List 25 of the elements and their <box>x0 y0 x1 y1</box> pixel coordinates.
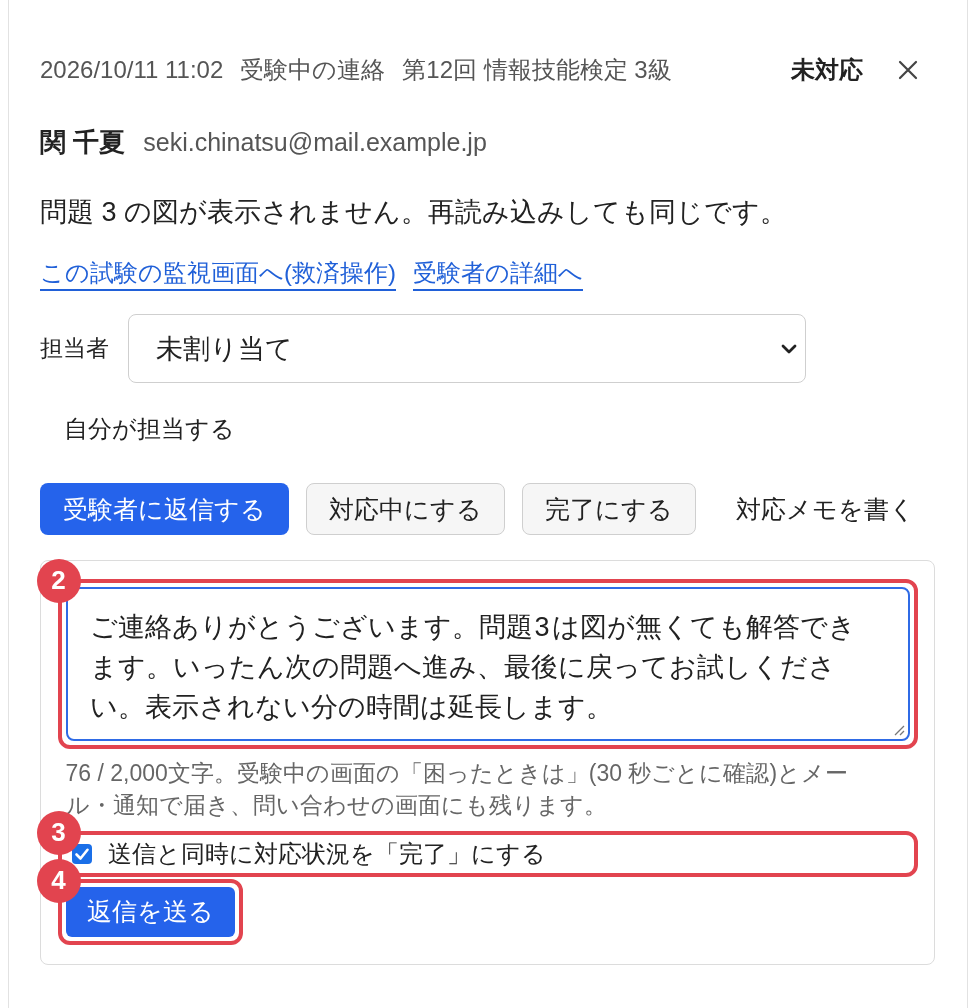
link[interactable]: この試験の監視画面へ(救済操作) <box>40 258 396 291</box>
memo-button[interactable]: 対応メモを書く <box>713 483 938 535</box>
timestamp: 2026/10/11 11:02 <box>40 55 224 85</box>
status-button[interactable]: 完了にする <box>522 483 696 535</box>
link[interactable]: 受験者の詳細へ <box>413 258 583 291</box>
send-reply-button[interactable]: 返信を送る <box>65 886 235 937</box>
message-category: 受験中の連絡 <box>240 55 386 85</box>
assignee-select[interactable]: 未割り当て <box>128 314 806 383</box>
self-assign-button[interactable]: 自分が担当する <box>40 405 259 453</box>
checkbox[interactable] <box>71 843 92 864</box>
reply-textarea[interactable]: ご連絡ありがとうございます。問題 3 は図が無くても解答できます。いったん次の問題へ進み、最後に戻ってお試しください。表示されない分の時間は延長します。 <box>65 586 910 741</box>
checkbox-label[interactable]: 送信と同時に対応状況を「完了」にする <box>107 838 546 869</box>
status-label: 未対応 <box>791 55 863 85</box>
exam-title: 第12回 情報技能検定 3級 <box>402 55 672 85</box>
assignee-label: 担当者 <box>40 334 109 363</box>
annotation-marker: 4 <box>36 858 81 903</box>
annotation-marker: 2 <box>36 558 81 603</box>
reply-button[interactable]: 受験者に返信する <box>40 483 289 535</box>
sender-name: 関 千夏 <box>40 126 126 159</box>
sender-email: seki.chinatsu@mail.example.jp <box>143 127 487 158</box>
close-icon[interactable] <box>898 60 918 80</box>
status-button[interactable]: 対応中にする <box>306 483 505 535</box>
resize-grip-icon[interactable] <box>893 724 905 736</box>
chevron-down-icon <box>781 343 797 354</box>
message-text: 問題 3 の図が表示されません。再読み込みしても同じです。 <box>40 196 789 229</box>
